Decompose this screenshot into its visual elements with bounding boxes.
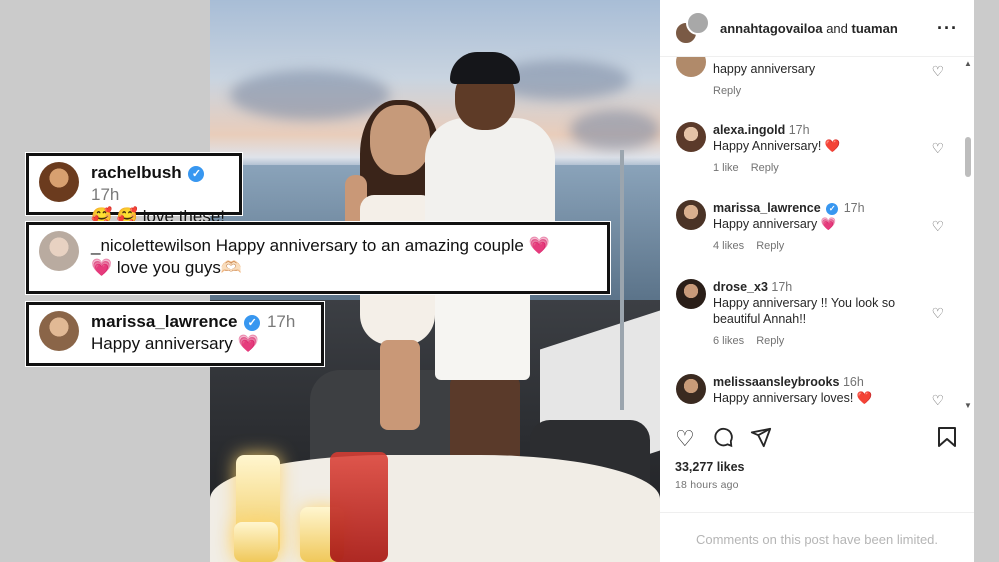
- avatar: [39, 311, 79, 351]
- comment-list: happy anniversary Reply ♡ alexa.ingold 1…: [660, 57, 974, 415]
- callout-text: Happy anniversary 💗: [91, 334, 259, 353]
- comment-icon[interactable]: [712, 426, 734, 454]
- scroll-thumb[interactable]: [965, 137, 971, 177]
- post-header: annahtagovailoa and tuaman ···: [660, 0, 974, 57]
- avatar: [39, 231, 79, 271]
- reply-link[interactable]: Reply: [756, 240, 784, 252]
- candle: [234, 522, 278, 562]
- woman-legs: [380, 340, 420, 430]
- avatar[interactable]: [676, 200, 706, 230]
- avatar[interactable]: [676, 279, 706, 309]
- man-legs: [450, 375, 520, 465]
- cloud: [570, 110, 660, 150]
- comments-limited-notice: Comments on this post have been limited.: [695, 532, 939, 547]
- avatar[interactable]: [676, 122, 706, 152]
- reply-link[interactable]: Reply: [756, 335, 784, 347]
- post-sidebar: annahtagovailoa and tuaman ··· happy ann…: [660, 0, 974, 562]
- comment-item: melissaansleybrooks 16h Happy anniversar…: [676, 374, 966, 414]
- avatar[interactable]: [676, 57, 706, 77]
- reply-link[interactable]: Reply: [751, 162, 779, 174]
- comment-likes[interactable]: 6 likes: [713, 335, 744, 347]
- collab-avatars[interactable]: [674, 11, 710, 45]
- comment-item: happy anniversary Reply ♡: [676, 57, 966, 97]
- comment-input-area: Comments on this post have been limited.: [660, 512, 974, 562]
- comment-text: Happy anniversary !! You look so beautif…: [713, 296, 896, 326]
- author-link-1[interactable]: annahtagovailoa: [720, 21, 823, 36]
- callout-time: 17h: [266, 312, 296, 331]
- woman-head: [370, 105, 430, 175]
- callout-username: marissa_lawrence: [91, 312, 238, 331]
- comment-username[interactable]: drose_x3: [713, 280, 768, 294]
- candle-glass: [330, 452, 388, 562]
- callout-time: 17h: [91, 185, 120, 204]
- author-link-2[interactable]: tuaman: [852, 21, 898, 36]
- comment-username[interactable]: melissaansleybrooks: [713, 375, 839, 389]
- comment-item: drose_x3 17h Happy anniversary !! You lo…: [676, 279, 966, 355]
- man-shorts: [435, 285, 530, 380]
- comment-time: 16h: [842, 375, 864, 389]
- comment-time: 17h: [843, 201, 865, 215]
- verified-badge-icon: ✓: [188, 166, 205, 182]
- post-authors: annahtagovailoa and tuaman: [720, 21, 898, 36]
- scroll-down-arrow-icon[interactable]: ▼: [964, 401, 972, 410]
- bookmark-icon[interactable]: [937, 426, 957, 454]
- right-background: [974, 0, 999, 562]
- heart-icon[interactable]: ♡: [931, 140, 944, 157]
- comment-text: Happy anniversary loves! ❤️: [713, 391, 873, 405]
- comment-time: 17h: [771, 280, 793, 294]
- comment-likes[interactable]: 1 like: [713, 162, 739, 174]
- callout-username: rachelbush: [91, 163, 182, 182]
- comment-username[interactable]: marissa_lawrence: [713, 201, 821, 215]
- post-actions: ♡: [660, 418, 974, 458]
- callout-comment-2: _nicolettewilson Happy anniversary to an…: [26, 222, 610, 294]
- avatar: [39, 162, 79, 202]
- comment-username[interactable]: alexa.ingold: [713, 123, 785, 137]
- heart-icon[interactable]: ♡: [931, 63, 944, 80]
- comment-scrollbar[interactable]: ▲ ▼: [962, 57, 974, 415]
- authors-conjunction: and: [826, 20, 848, 36]
- like-count[interactable]: 33,277 likes: [675, 460, 745, 474]
- boat-rail: [620, 150, 660, 410]
- callout-comment-1: rachelbush ✓ 17h 🥰 🥰 love these!: [26, 153, 242, 226]
- comment-item: marissa_lawrence ✓ 17h Happy anniversary…: [676, 200, 966, 260]
- scroll-up-arrow-icon[interactable]: ▲: [964, 59, 972, 68]
- heart-icon[interactable]: ♡: [931, 218, 944, 235]
- verified-badge-icon: ✓: [826, 203, 839, 215]
- heart-icon[interactable]: ♡: [931, 392, 944, 409]
- cloud: [230, 70, 390, 120]
- comment-text: Happy Anniversary! ❤️: [713, 139, 841, 153]
- avatar: [686, 11, 710, 35]
- avatar[interactable]: [676, 374, 706, 404]
- callout-comment-3: marissa_lawrence ✓ 17h Happy anniversary…: [26, 302, 324, 366]
- comment-time: 17h: [788, 123, 810, 137]
- comment-text: happy anniversary: [713, 62, 816, 76]
- comment-item: alexa.ingold 17h Happy Anniversary! ❤️ 1…: [676, 122, 966, 182]
- heart-icon[interactable]: ♡: [931, 305, 944, 322]
- reply-link[interactable]: Reply: [713, 85, 741, 97]
- callout-text: Happy anniversary to an amazing couple 💗: [215, 236, 550, 255]
- post-timestamp: 18 hours ago: [675, 479, 739, 491]
- more-icon[interactable]: ···: [937, 18, 958, 39]
- comment-likes[interactable]: 4 likes: [713, 240, 744, 252]
- share-icon[interactable]: [750, 426, 772, 454]
- heart-icon[interactable]: ♡: [675, 426, 695, 452]
- verified-badge-icon: ✓: [244, 315, 261, 331]
- man-cap: [450, 52, 520, 84]
- callout-username: _nicolettewilson: [91, 236, 212, 255]
- comment-text: Happy anniversary 💗: [713, 217, 837, 231]
- callout-text-2: 💗 love you guys🫶🏻: [91, 258, 243, 277]
